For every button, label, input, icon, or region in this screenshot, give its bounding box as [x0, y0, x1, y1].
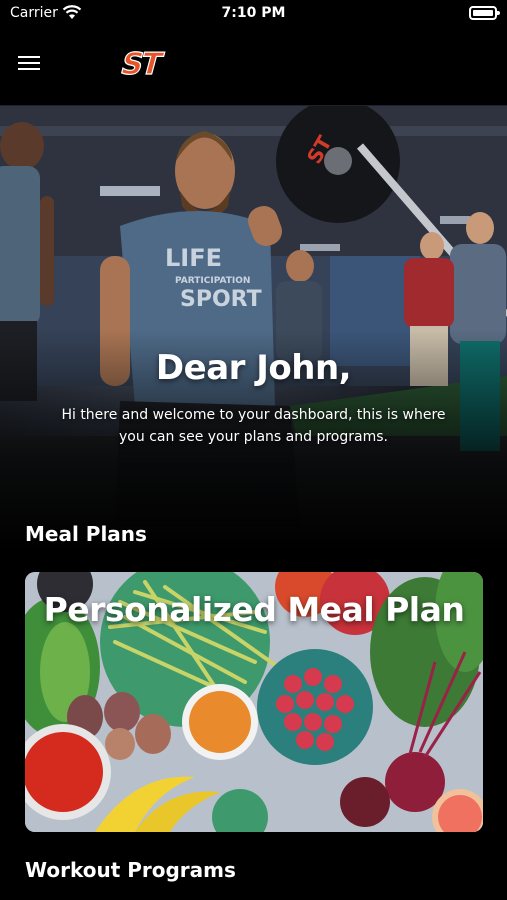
status-bar: Carrier 7:10 PM	[0, 0, 507, 28]
hamburger-menu-icon[interactable]	[18, 52, 42, 74]
hero-banner: ST LIFE PARTICIPATION SPORT Dear John, H…	[0, 106, 507, 550]
meal-card-title: Personalized Meal Plan	[43, 590, 465, 629]
clock: 7:10 PM	[221, 5, 286, 21]
shirt-text-3: SPORT	[180, 287, 262, 312]
personalized-meal-plan-card[interactable]: Personalized Meal Plan	[25, 572, 483, 832]
brand-logo[interactable]: ST	[114, 48, 188, 78]
shirt-text-1: LIFE	[165, 244, 222, 272]
nav-bar: ST	[0, 28, 507, 106]
welcome-message: Hi there and welcome to your dashboard, …	[61, 407, 446, 445]
shirt-text-2: PARTICIPATION	[175, 276, 250, 286]
battery-icon	[469, 6, 500, 20]
meal-plans-heading: Meal Plans	[25, 522, 147, 546]
greeting-heading: Dear John,	[155, 348, 352, 388]
logo-text: ST	[117, 48, 166, 78]
workout-programs-heading: Workout Programs	[25, 858, 236, 882]
